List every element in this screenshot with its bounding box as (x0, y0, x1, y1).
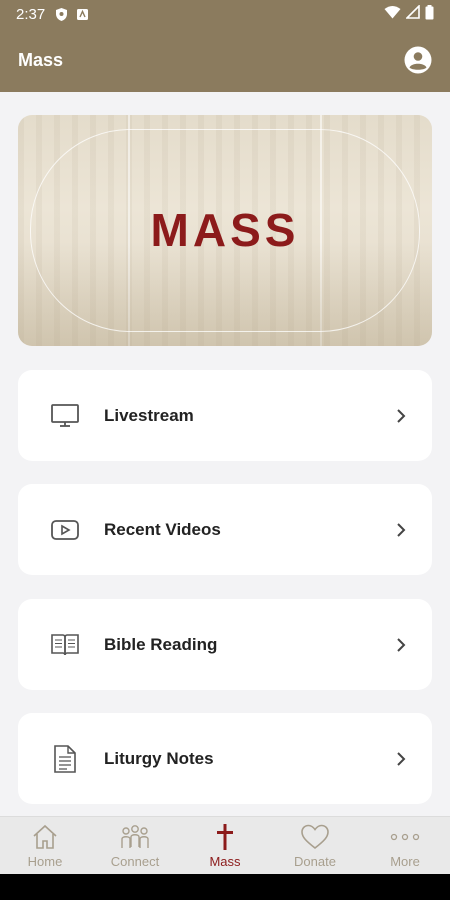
liturgy-notes-label: Liturgy Notes (104, 748, 214, 768)
recent-videos-label: Recent Videos (104, 519, 221, 539)
nav-connect-label: Connect (110, 854, 160, 869)
livestream-label: Livestream (104, 405, 194, 425)
home-icon (31, 822, 59, 852)
monitor-icon (48, 399, 82, 433)
bottom-nav: Home Connect Mass Donate More (0, 816, 450, 874)
chevron-right-icon (396, 408, 412, 424)
nav-more[interactable]: More (360, 817, 450, 874)
content-area[interactable]: MASS Livestream Recent Videos Bible Read… (0, 92, 450, 816)
account-button[interactable] (404, 46, 432, 74)
account-circle-icon (404, 46, 432, 74)
signal-icon (405, 4, 420, 23)
nav-mass[interactable]: Mass (180, 817, 270, 874)
nav-connect[interactable]: Connect (90, 817, 180, 874)
nav-more-label: More (390, 854, 420, 869)
nav-donate[interactable]: Donate (270, 817, 360, 874)
document-icon (48, 742, 82, 776)
chevron-right-icon (396, 751, 412, 767)
app-bar: Mass (0, 28, 450, 92)
open-book-icon (48, 628, 82, 662)
hero-title: MASS (150, 204, 300, 256)
cross-icon (215, 822, 235, 852)
video-play-icon (48, 513, 82, 547)
shield-icon (55, 7, 68, 22)
people-icon (119, 822, 151, 852)
chevron-right-icon (396, 637, 412, 653)
nav-donate-label: Donate (294, 854, 336, 869)
notification-icon (76, 8, 89, 21)
battery-icon (425, 4, 434, 24)
heart-icon (300, 822, 330, 852)
livestream-item[interactable]: Livestream (18, 370, 432, 461)
liturgy-notes-item[interactable]: Liturgy Notes (18, 713, 432, 804)
status-bar: 2:37 (0, 0, 450, 28)
status-time: 2:37 (16, 5, 46, 23)
nav-home-label: Home (27, 854, 63, 869)
nav-home[interactable]: Home (0, 817, 90, 874)
recent-videos-item[interactable]: Recent Videos (18, 484, 432, 575)
bible-reading-item[interactable]: Bible Reading (18, 599, 432, 690)
more-dots-icon (390, 822, 420, 852)
system-nav-bar (0, 874, 450, 900)
bible-reading-label: Bible Reading (104, 634, 218, 654)
mass-hero-banner: MASS (18, 115, 432, 346)
page-title: Mass (18, 49, 64, 70)
wifi-icon (384, 5, 401, 23)
nav-mass-label: Mass (209, 854, 241, 869)
chevron-right-icon (396, 522, 412, 538)
